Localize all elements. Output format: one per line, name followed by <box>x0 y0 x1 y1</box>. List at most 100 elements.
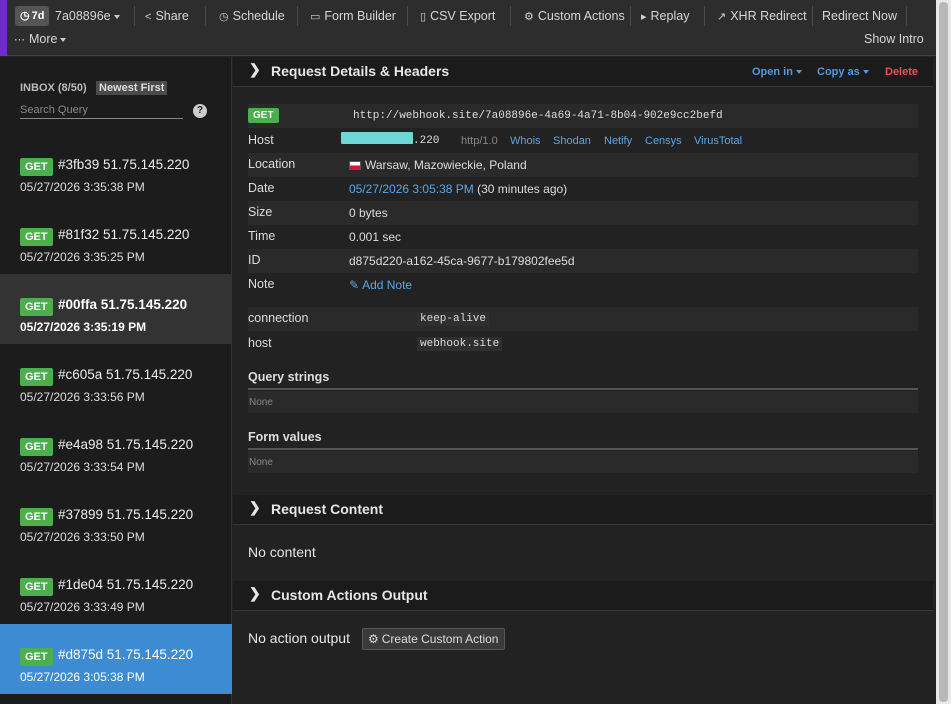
show-intro-button[interactable]: Show Intro <box>864 30 924 48</box>
custom-output-section-header[interactable]: ❯ Custom Actions Output <box>233 581 933 611</box>
request-list-item[interactable]: GET #e4a98 51.75.145.220 05/27/2026 3:33… <box>0 414 232 484</box>
page-scrollbar[interactable] <box>936 0 951 704</box>
virustotal-link[interactable]: VirusTotal <box>694 135 742 147</box>
custom-actions-button[interactable]: ⚙ Custom Actions <box>524 6 625 26</box>
request-list-item[interactable]: GET #81f32 51.75.145.220 05/27/2026 3:35… <box>0 204 232 274</box>
method-badge: GET <box>20 648 53 666</box>
top-toolbar: ◷ 7d 7a08896e < Share ◷ Schedule ▭ Form Buil… <box>0 0 936 56</box>
chevron-down-icon <box>795 70 802 75</box>
divider <box>630 6 631 26</box>
request-title: #d875d 51.75.145.220 <box>58 647 194 662</box>
http-version: http/1.0 <box>461 135 498 147</box>
section-title: Request Details & Headers <box>271 63 450 79</box>
request-list-item[interactable]: GET #3fb39 51.75.145.220 05/27/2026 3:35… <box>0 134 232 204</box>
header-name: host <box>248 336 272 350</box>
chevron-down-icon <box>113 14 120 19</box>
xhr-redirect-button[interactable]: ↗ XHR Redirect <box>717 6 807 26</box>
copy-as-dropdown[interactable]: Copy as <box>817 66 869 78</box>
date-link[interactable]: 05/27/2026 3:05:38 PM <box>349 182 474 196</box>
create-custom-action-label: Create Custom Action <box>381 632 499 646</box>
csv-export-button[interactable]: ▯ CSV Export <box>420 6 495 26</box>
open-in-label: Open in <box>752 66 793 78</box>
clock-icon: ◷ <box>219 11 229 23</box>
request-list-item[interactable]: GET #37899 51.75.145.220 05/27/2026 3:33… <box>0 484 232 554</box>
custom-output-text: No action output <box>248 630 350 646</box>
query-strings-heading: Query strings <box>248 370 330 384</box>
schedule-button[interactable]: ◷ Schedule <box>219 6 285 26</box>
request-date: 05/27/2026 3:35:38 PM <box>20 180 145 194</box>
divider <box>407 6 408 26</box>
size-label: Size <box>248 205 273 219</box>
sort-toggle[interactable]: Newest First <box>96 81 168 95</box>
request-list-item[interactable]: GET #c605a 51.75.145.220 05/27/2026 3:33… <box>0 344 232 414</box>
divider <box>248 388 918 390</box>
open-in-dropdown[interactable]: Open in <box>752 66 802 78</box>
replay-button[interactable]: ▸ Replay <box>641 6 689 26</box>
request-title: #e4a98 51.75.145.220 <box>58 437 194 452</box>
share-button[interactable]: < Share <box>145 6 189 26</box>
divider <box>134 6 135 26</box>
form-builder-button[interactable]: ▭ Form Builder <box>310 6 396 26</box>
search-input[interactable] <box>20 101 183 119</box>
form-builder-label: Form Builder <box>324 9 396 23</box>
inbox-count: INBOX (8/50) <box>20 82 87 94</box>
note-row: Note ✎ Add Note <box>248 273 918 297</box>
chevron-down-icon <box>862 70 869 75</box>
help-icon[interactable]: ? <box>193 104 207 118</box>
external-link-icon: ↗ <box>717 11 727 23</box>
request-title: #3fb39 51.75.145.220 <box>58 157 190 172</box>
divider <box>704 6 705 26</box>
section-title: Request Content <box>271 501 383 517</box>
form-icon: ▭ <box>310 11 321 23</box>
header-row: host webhook.site <box>248 332 918 356</box>
content-section-header[interactable]: ❯ Request Content <box>233 495 933 525</box>
method-badge: GET <box>20 578 53 596</box>
request-list-item[interactable]: GET #d875d 51.75.145.220 05/27/2026 3:05… <box>0 624 232 694</box>
method-badge: GET <box>20 438 53 456</box>
share-icon: < <box>145 11 152 23</box>
file-icon: ▯ <box>420 11 427 23</box>
request-title: #37899 51.75.145.220 <box>58 507 194 522</box>
redirect-now-button[interactable]: Redirect Now <box>822 6 897 26</box>
gear-icon: ⚙ <box>524 11 534 23</box>
delete-button[interactable]: Delete <box>885 66 918 78</box>
chevron-down-icon: ❯ <box>249 499 261 515</box>
details-section-header[interactable]: ❯ Request Details & Headers Open in Copy… <box>233 57 933 87</box>
request-list-item[interactable]: GET #1de04 51.75.145.220 05/27/2026 3:33… <box>0 554 232 624</box>
whois-link[interactable]: Whois <box>510 135 541 147</box>
request-date: 05/27/2026 3:33:56 PM <box>20 390 145 404</box>
shodan-link[interactable]: Shodan <box>553 135 591 147</box>
method-badge: GET <box>20 508 53 526</box>
token-dropdown[interactable]: 7a08896e <box>55 6 120 26</box>
request-url[interactable]: http://webhook.site/7a08896e-4a69-4a71-8… <box>353 110 723 122</box>
time-label: Time <box>248 229 276 243</box>
more-menu[interactable]: ⋯ More <box>14 30 67 48</box>
url-row: GET http://webhook.site/7a08896e-4a69-4a… <box>248 104 918 128</box>
request-title: #1de04 51.75.145.220 <box>58 577 194 592</box>
range-badge[interactable]: ◷ 7d <box>15 6 50 26</box>
play-icon: ▸ <box>641 11 647 23</box>
date-relative: (30 minutes ago) <box>477 182 568 196</box>
chevron-down-icon <box>60 37 67 42</box>
accent-strip <box>0 0 7 56</box>
header-row: connection keep-alive <box>248 307 918 331</box>
request-list-item[interactable]: GET #00ffa 51.75.145.220 05/27/2026 3:35… <box>0 274 232 344</box>
add-note-button[interactable]: ✎ Add Note <box>349 278 412 292</box>
add-note-label: Add Note <box>362 278 413 292</box>
censys-link[interactable]: Censys <box>645 135 682 147</box>
range-label: 7d <box>31 10 45 22</box>
method-badge: GET <box>20 158 53 176</box>
host-label: Host <box>248 133 274 147</box>
id-row: ID d875d220-a162-45ca-9677-b179802fee5d <box>248 249 918 273</box>
size-row: Size 0 bytes <box>248 201 918 225</box>
location-value: Warsaw, Mazowieckie, Poland <box>349 158 527 172</box>
redirect-now-label: Redirect Now <box>822 9 898 23</box>
scrollbar-thumb[interactable] <box>939 2 948 702</box>
dots-icon: ⋯ <box>14 34 25 46</box>
request-date: 05/27/2026 3:33:49 PM <box>20 600 145 614</box>
method-badge: GET <box>20 228 53 246</box>
netify-link[interactable]: Netify <box>604 135 632 147</box>
date-row: Date 05/27/2026 3:05:38 PM (30 minutes a… <box>248 177 918 201</box>
create-custom-action-button[interactable]: ⚙ Create Custom Action <box>362 628 506 650</box>
redacted-ip <box>341 132 413 144</box>
